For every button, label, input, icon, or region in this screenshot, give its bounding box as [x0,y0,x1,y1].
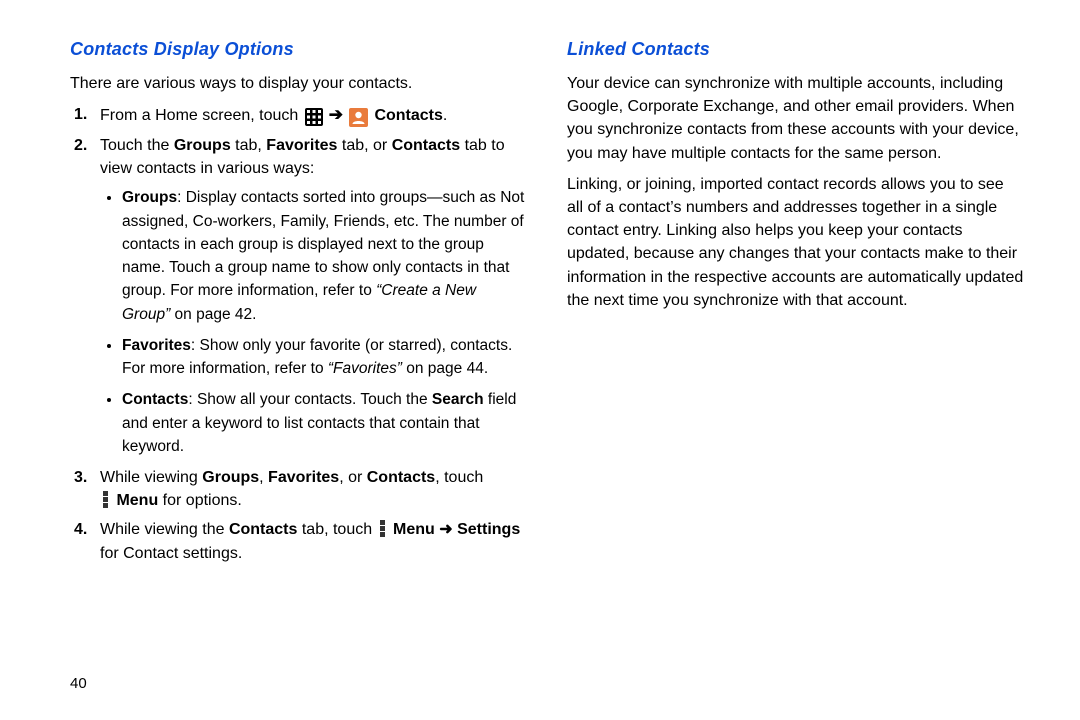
step-1: From a Home screen, touch ➔ Contacts. [70,103,527,128]
linked-para-1: Your device can synchronize with multipl… [567,72,1024,165]
bullet-groups: Groups: Display contacts sorted into gro… [122,186,527,326]
step-4: While viewing the Contacts tab, touch Me… [70,518,527,564]
bullet-contacts: Contacts: Show all your contacts. Touch … [122,388,527,458]
page-number: 40 [70,675,87,692]
overflow-menu-icon [103,491,109,508]
heading-contacts-display-options: Contacts Display Options [70,36,527,62]
left-column: Contacts Display Options There are vario… [70,36,527,571]
step-2: Touch the Groups tab, Favorites tab, or … [70,134,527,458]
apps-grid-icon [305,108,323,126]
heading-linked-contacts: Linked Contacts [567,36,1024,62]
intro-text: There are various ways to display your c… [70,72,527,95]
bullet-favorites: Favorites: Show only your favorite (or s… [122,334,527,381]
step-3: While viewing Groups, Favorites, or Cont… [70,466,527,512]
linked-para-2: Linking, or joining, imported contact re… [567,173,1024,312]
right-column: Linked Contacts Your device can synchron… [567,36,1024,571]
steps-list: From a Home screen, touch ➔ Contacts. To… [70,103,527,565]
contacts-icon [349,108,368,127]
overflow-menu-icon [380,520,386,537]
arrow-right-icon: ➔ [329,105,343,124]
sub-bullets: Groups: Display contacts sorted into gro… [100,186,527,458]
